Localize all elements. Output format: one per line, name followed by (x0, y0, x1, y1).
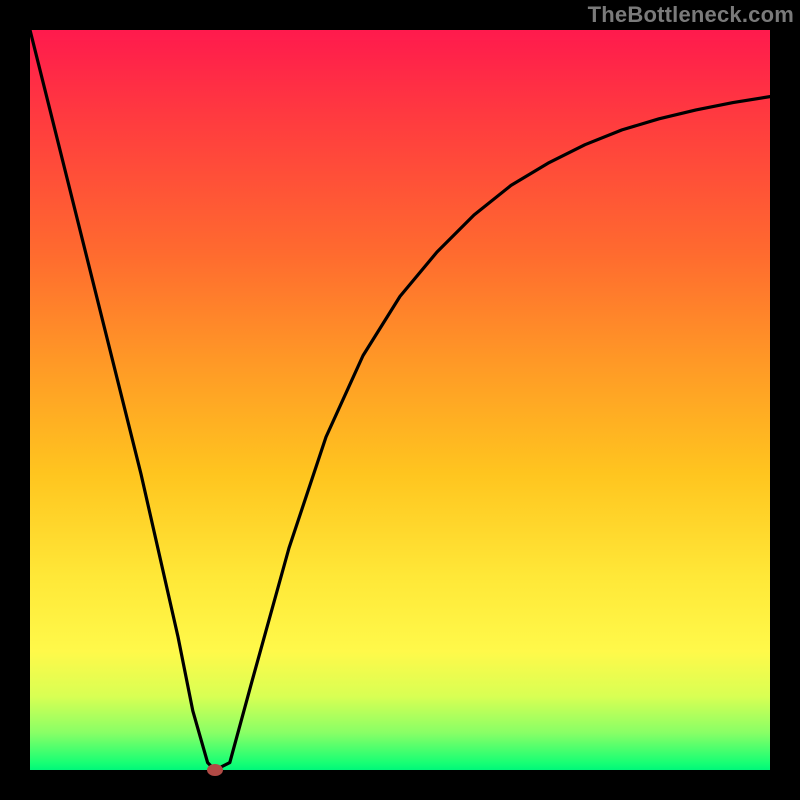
bottleneck-curve (30, 30, 770, 770)
chart-frame: TheBottleneck.com (0, 0, 800, 800)
optimal-point-marker (207, 764, 223, 776)
watermark-text: TheBottleneck.com (588, 2, 794, 28)
